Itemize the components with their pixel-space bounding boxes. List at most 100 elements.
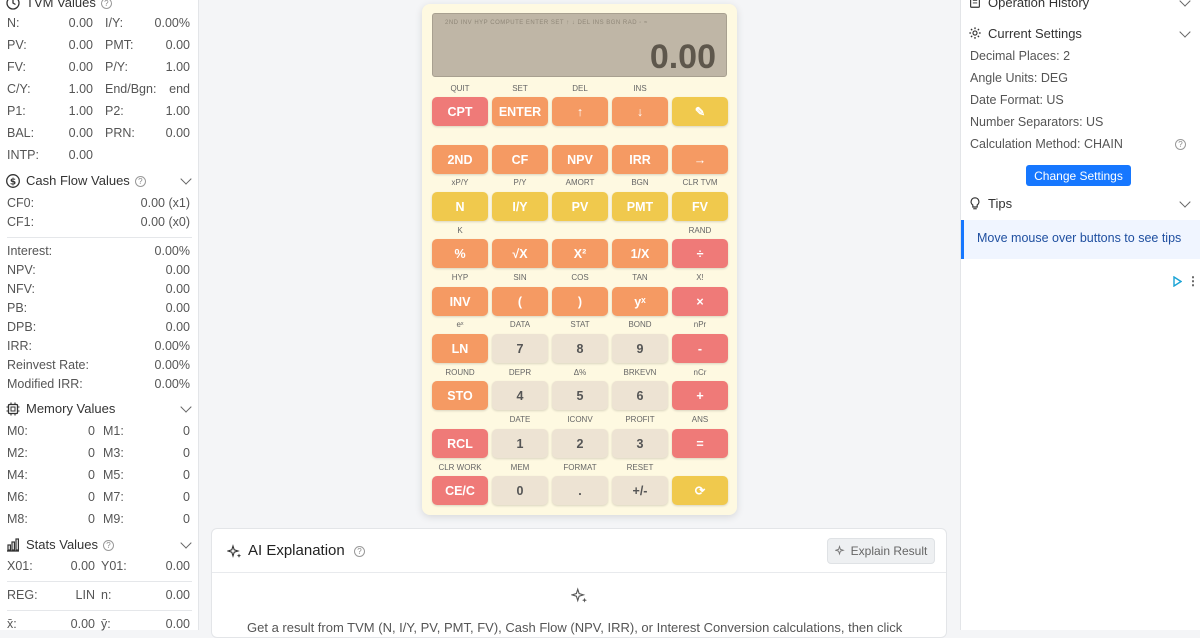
key-symbol-button[interactable]: = [672, 429, 728, 458]
key-fv-button[interactable]: FV [672, 192, 728, 221]
chevron-down-icon[interactable] [180, 173, 192, 185]
cash-flow-metric-value: 0.00% [154, 377, 190, 391]
change-settings-button[interactable]: Change Settings [1026, 165, 1131, 186]
key-0-button[interactable]: 0 [492, 476, 548, 505]
ai-explanation-panel: AI Explanation ? Explain Result Get a re… [211, 528, 947, 638]
key-symbol-button[interactable]: % [432, 239, 488, 268]
tvm-value: 1.00 [68, 82, 93, 96]
tvm-label: P1: [7, 104, 26, 118]
key-x-button[interactable]: √X [492, 239, 548, 268]
key-irr-button[interactable]: IRR [612, 145, 668, 174]
key-enter-button[interactable]: ENTER [492, 97, 548, 126]
key-secondary-label: BGN [631, 178, 649, 187]
memory-value: 0 [88, 468, 95, 482]
key-symbol-button[interactable]: × [672, 287, 728, 316]
chevron-down-icon[interactable] [1179, 196, 1191, 208]
key-ce-c-button[interactable]: CE/C [432, 476, 488, 505]
key-secondary-label: xP/Y [451, 178, 469, 187]
cash-flow-metric-value: 0.00 [165, 301, 190, 315]
chevron-down-icon[interactable] [180, 401, 192, 413]
cash-flow-values-header[interactable]: $ Cash Flow Values? [0, 171, 199, 191]
key-3-button[interactable]: 3 [612, 429, 668, 458]
chevron-down-icon[interactable] [1179, 0, 1191, 7]
help-icon[interactable]: ? [354, 546, 365, 557]
key-symbol-button[interactable]: +/- [612, 476, 668, 505]
key-symbol-button[interactable]: ↓ [612, 97, 668, 126]
tips-header[interactable]: Tips [961, 193, 1200, 213]
key-symbol-button[interactable]: → [672, 145, 728, 174]
key-rcl-button[interactable]: RCL [432, 429, 488, 458]
tvm-value: 0.00 [68, 16, 93, 30]
key-pv-button[interactable]: PV [552, 192, 608, 221]
svg-text:$: $ [10, 178, 16, 188]
cash-flow-values-title: Cash Flow Values [26, 173, 130, 188]
help-icon[interactable]: ? [103, 540, 115, 551]
stats-values-header[interactable]: Stats Values? [0, 535, 199, 555]
operation-history-header[interactable]: Operation History [961, 0, 1200, 13]
key-symbol-button[interactable]: ( [492, 287, 548, 316]
key-symbol-button[interactable]: ÷ [672, 239, 728, 268]
key-1-x-button[interactable]: 1/X [612, 239, 668, 268]
key-symbol-button[interactable]: ) [552, 287, 608, 316]
memory-label: M3: [103, 446, 124, 460]
cash-flow-metric-value: 0.00 [165, 263, 190, 277]
key-inv-button[interactable]: INV [432, 287, 488, 316]
dollar-icon: $ [6, 174, 20, 188]
tvm-value: 0.00 [68, 126, 93, 140]
cash-flow-metric-label: Interest: [7, 244, 53, 258]
key-secondary-label: MEM [510, 463, 530, 472]
key-symbol-button[interactable]: ↑ [552, 97, 608, 126]
key-symbol-button[interactable]: . [552, 476, 608, 505]
divider [7, 581, 192, 582]
cash-flow-metric-label: NPV: [7, 263, 36, 277]
key-cpt-button[interactable]: CPT [432, 97, 488, 126]
key-cf-button[interactable]: CF [492, 145, 548, 174]
key-symbol-button[interactable]: ✎ [672, 97, 728, 126]
main-area: 2ND INV HYP COMPUTE ENTER SET ↑ ↓ DEL IN… [200, 0, 960, 638]
key-npv-button[interactable]: NPV [552, 145, 608, 174]
key-5-button[interactable]: 5 [552, 381, 608, 410]
right-panel: Operation History Current Settings Decim… [960, 0, 1200, 630]
tvm-values-header[interactable]: TVM Values? [0, 0, 199, 13]
key-2nd-button[interactable]: 2ND [432, 145, 488, 174]
help-icon[interactable]: ? [1175, 139, 1186, 150]
key-secondary-label: AMORT [565, 178, 595, 187]
key-1-button[interactable]: 1 [492, 429, 548, 458]
key-symbol-button[interactable]: + [672, 381, 728, 410]
key-pmt-button[interactable]: PMT [612, 192, 668, 221]
key-sto-button[interactable]: STO [432, 381, 488, 410]
ad-choices-icon[interactable] [1173, 276, 1182, 287]
key-2-button[interactable]: 2 [552, 429, 608, 458]
key-symbol-button[interactable]: - [672, 334, 728, 363]
chip-icon [6, 402, 20, 416]
memory-label: M9: [103, 512, 124, 526]
help-icon[interactable]: ? [100, 0, 112, 9]
memory-label: M4: [7, 468, 28, 482]
key-8-button[interactable]: 8 [552, 334, 608, 363]
cash-flow-metric-label: Reinvest Rate: [7, 358, 89, 372]
operation-history-title: Operation History [988, 0, 1090, 10]
explain-result-label: Explain Result [850, 544, 928, 558]
memory-values-header[interactable]: Memory Values [0, 399, 199, 419]
key-ln-button[interactable]: LN [432, 334, 488, 363]
explain-result-button[interactable]: Explain Result [827, 538, 935, 564]
help-icon[interactable]: ? [134, 176, 146, 187]
key-9-button[interactable]: 9 [612, 334, 668, 363]
key-secondary-label: ANS [691, 415, 709, 424]
chevron-down-icon[interactable] [1179, 26, 1191, 38]
key-symbol-button[interactable]: ⟳ [672, 476, 728, 505]
chevron-down-icon[interactable] [180, 537, 192, 549]
key-x-button[interactable]: X² [552, 239, 608, 268]
key-i-y-button[interactable]: I/Y [492, 192, 548, 221]
key-secondary-label: nPr [693, 320, 707, 329]
key-6-button[interactable]: 6 [612, 381, 668, 410]
key-7-button[interactable]: 7 [492, 334, 548, 363]
memory-label: M2: [7, 446, 28, 460]
key-4-button[interactable]: 4 [492, 381, 548, 410]
current-settings-header[interactable]: Current Settings [961, 23, 1200, 43]
key-n-button[interactable]: N [432, 192, 488, 221]
tip-text: Move mouse over buttons to see tips [977, 231, 1182, 245]
more-options-icon[interactable]: ⋮ [1187, 274, 1199, 288]
memory-label: M0: [7, 424, 28, 438]
key-y-button[interactable]: yˣ [612, 287, 668, 316]
